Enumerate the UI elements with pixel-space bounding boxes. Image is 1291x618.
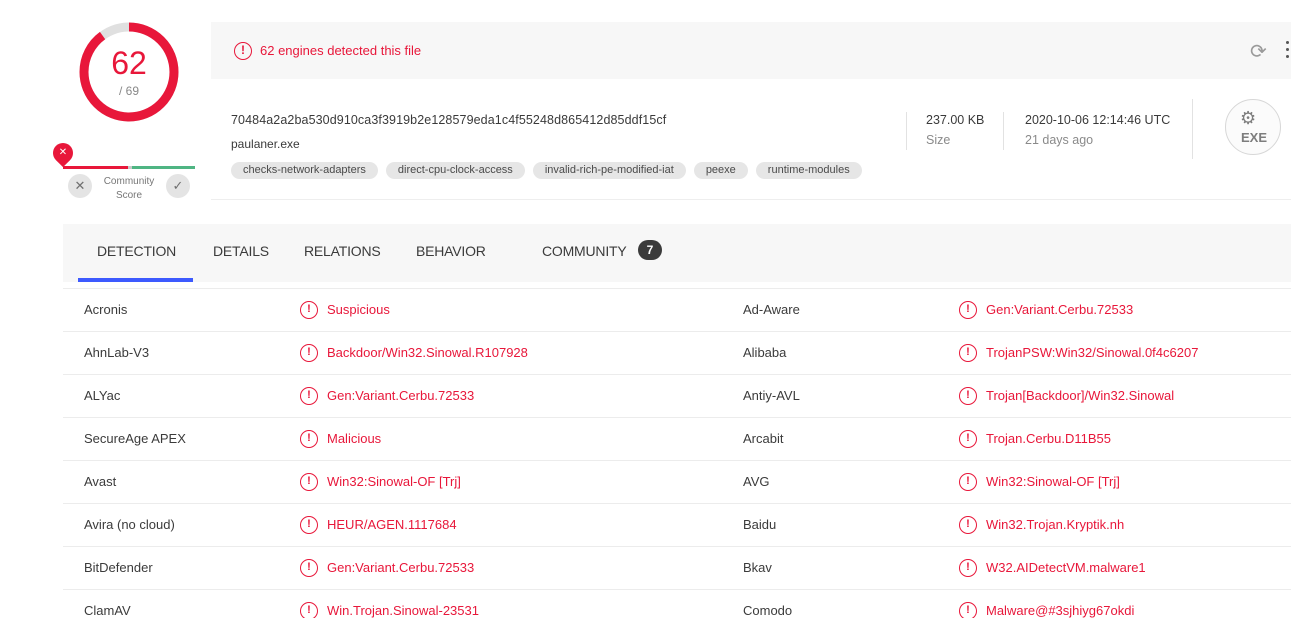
detection-result: Trojan[Backdoor]/Win32.Sinowal [986,388,1175,403]
engine-name: Bkav [743,560,772,575]
more-vert-icon[interactable] [1286,38,1291,62]
table-row: BitDefender! Gen:Variant.Cerbu.72533 Bkav!… [63,547,1291,590]
divider [1003,112,1004,150]
detection-result: Win32:Sinowal-OF [Trj] [986,474,1120,489]
alert-circle-icon: ! [300,559,318,577]
alert-circle-icon: ! [959,602,977,618]
engine-name: ALYac [84,388,121,403]
file-tag[interactable]: direct-cpu-clock-access [385,162,525,179]
detection-result: Malicious [327,431,382,446]
engine-name: Alibaba [743,345,787,360]
active-tab-indicator [78,278,193,282]
detection-alert-bar: ! 62 engines detected this file ⟳ [211,22,1291,79]
file-info-panel: 70484a2a2ba530d910ca3f3919b2e128579eda1c… [211,79,1291,200]
tab-details[interactable]: DETAILS [213,243,269,259]
detection-result: Win32:Sinowal-OF [Trj] [327,474,461,489]
file-name: paulaner.exe [231,137,300,151]
divider [1192,99,1193,159]
file-tag[interactable]: invalid-rich-pe-modified-iat [532,162,686,179]
detection-result: TrojanPSW:Win32/Sinowal.0f4c6207 [986,345,1199,360]
detection-result: HEUR/AGEN.1117684 [327,517,457,532]
alert-circle-icon: ! [959,516,977,534]
detection-result: Gen:Variant.Cerbu.72533 [327,388,475,403]
close-icon: ✕ [74,178,86,193]
report-tabs: DETECTION DETAILS RELATIONS BEHAVIOR COM… [63,224,1291,282]
detection-result: Win.Trojan.Sinowal-23531 [327,603,479,618]
table-row: Avast! Win32:Sinowal-OF [Trj] AVG! Win32:Si… [63,461,1291,504]
alert-circle-icon: ! [300,344,318,362]
detection-result: Backdoor/Win32.Sinowal.R107928 [327,345,528,360]
file-tag[interactable]: runtime-modules [755,162,862,179]
engine-name: SecureAge APEX [84,431,186,446]
check-icon: ✓ [172,178,184,193]
alert-circle-icon: ! [959,473,977,491]
detection-count: 62 [111,45,147,81]
file-type-badge: ⚙ EXE [1225,99,1281,155]
engine-total: / 69 [118,84,139,98]
community-score-label: Community Score [103,176,155,201]
tab-relations[interactable]: RELATIONS [304,243,381,259]
divider [906,112,907,150]
engine-name: Comodo [743,603,793,618]
alert-circle-icon: ! [959,387,977,405]
detection-result: Suspicious [327,302,390,317]
vote-up-button[interactable]: ✓ [166,174,190,198]
file-tag[interactable]: peexe [693,162,748,179]
table-row: ALYac! Gen:Variant.Cerbu.72533 Antiy-AVL! T… [63,375,1291,418]
alert-circle-icon: ! [300,473,318,491]
detection-result: Win32.Trojan.Kryptik.nh [986,517,1125,532]
detection-result: Malware@#3sjhiyg67okdi [986,603,1135,618]
engine-name: AhnLab-V3 [84,345,150,360]
alert-circle-icon: ! [300,430,318,448]
alert-circle-icon: ! [959,344,977,362]
detection-result: Trojan.Cerbu.D11B55 [986,431,1112,446]
engine-name: Avira (no cloud) [84,517,175,532]
tab-behavior[interactable]: BEHAVIOR [416,243,486,259]
table-row: Avira (no cloud)! HEUR/AGEN.1117684 Baidu!… [63,504,1291,547]
reload-icon[interactable]: ⟳ [1250,39,1267,64]
engine-name: Acronis [84,302,128,317]
community-count-badge: 7 [638,240,662,260]
vote-down-button[interactable]: ✕ [68,174,92,198]
engine-name: AVG [743,474,770,489]
table-row: ClamAV! Win.Trojan.Sinowal-23531 Comodo! Ma… [63,590,1291,618]
detection-score-gauge: 62 / 69 [77,20,181,124]
engine-name: Avast [84,474,117,489]
x-mark-icon: ✕ [58,147,68,158]
alert-circle-icon: ! [234,42,252,60]
file-size-value: 237.00 KB [926,113,985,127]
alert-text: 62 engines detected this file [260,43,422,58]
engine-name: Baidu [743,517,777,532]
tab-community[interactable]: COMMUNITY [542,243,627,259]
file-size-label: Size [926,133,951,147]
detection-result: Gen:Variant.Cerbu.72533 [327,560,475,575]
detection-result: W32.AIDetectVM.malware1 [986,560,1146,575]
engine-name: BitDefender [84,560,153,575]
engine-name: Antiy-AVL [743,388,800,403]
table-row: AhnLab-V3! Backdoor/Win32.Sinowal.R107928… [63,332,1291,375]
engine-name: ClamAV [84,603,131,618]
file-type-label: EXE [1240,130,1267,145]
gear-icon: ⚙ [1240,108,1257,128]
alert-circle-icon: ! [959,301,977,319]
engine-name: Arcabit [743,431,784,446]
file-tags: checks-network-adapters direct-cpu-clock-… [231,162,862,179]
alert-circle-icon: ! [300,387,318,405]
table-row: Acronis! Suspicious Ad-Aware! Gen:Variant.C… [63,289,1291,332]
detection-result: Gen:Variant.Cerbu.72533 [986,302,1134,317]
alert-circle-icon: ! [300,301,318,319]
alert-circle-icon: ! [300,602,318,618]
tab-detection[interactable]: DETECTION [97,243,176,259]
alert-circle-icon: ! [300,516,318,534]
engine-name: Ad-Aware [743,302,800,317]
alert-circle-icon: ! [959,430,977,448]
analysis-age: 21 days ago [1025,133,1094,147]
detections-table: Acronis! Suspicious Ad-Aware! Gen:Variant.C… [63,288,1291,618]
file-tag[interactable]: checks-network-adapters [231,162,378,179]
alert-circle-icon: ! [959,559,977,577]
file-hash[interactable]: 70484a2a2ba530d910ca3f3919b2e128579eda1c… [231,113,666,127]
analysis-date: 2020-10-06 12:14:46 UTC [1025,113,1171,127]
table-row: SecureAge APEX! Malicious Arcabit! Trojan.C… [63,418,1291,461]
